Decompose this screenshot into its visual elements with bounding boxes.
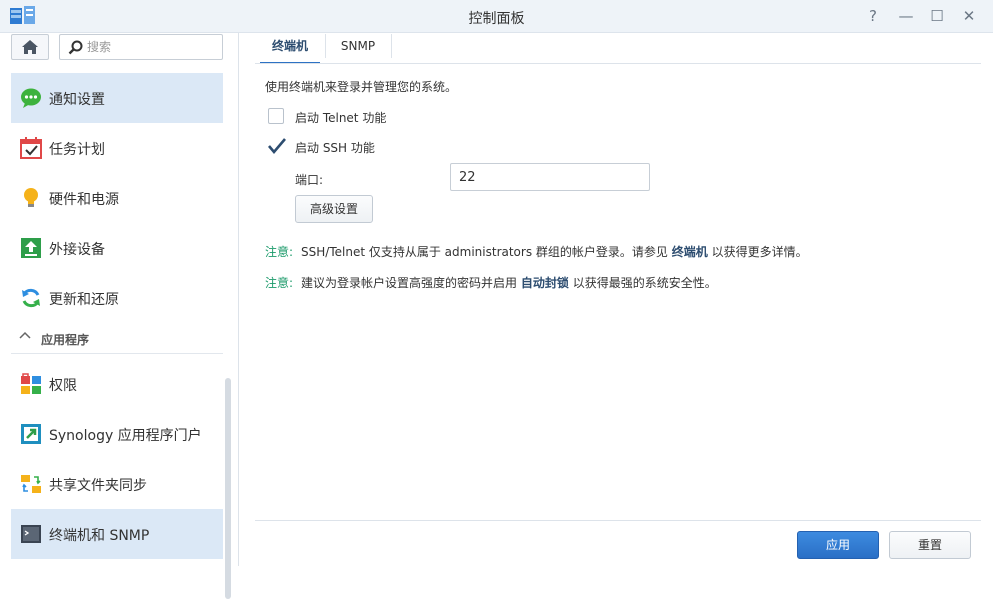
tab-divider (325, 34, 326, 58)
window-title: 控制面板 (468, 11, 525, 27)
sidebar-item-app-portal[interactable]: Synology 应用程序门户 (11, 409, 223, 459)
sidebar-item-external-devices[interactable]: 外接设备 (11, 223, 223, 273)
note-text-after: 以获得更多详情。 (711, 245, 808, 259)
close-button[interactable]: ✕ (959, 6, 979, 26)
sidebar-item-shared-folder-sync[interactable]: 共享文件夹同步 (11, 459, 223, 509)
title-bar: 控制面板 ? — ☐ ✕ (0, 0, 993, 33)
search-box[interactable] (59, 34, 223, 60)
sidebar-item-terminal-snmp[interactable]: 终端机和 SNMP (11, 509, 223, 559)
home-icon (22, 40, 38, 54)
section-label: 应用程序 (41, 333, 90, 347)
reset-button[interactable]: 重置 (889, 531, 971, 559)
sidebar-item-label: 权限 (49, 378, 77, 394)
sidebar-item-label: Synology 应用程序门户 (49, 428, 202, 444)
ssh-label: 启动 SSH 功能 (295, 141, 375, 155)
telnet-checkbox[interactable] (268, 108, 284, 124)
search-icon (68, 40, 83, 55)
sidebar-item-label: 任务计划 (49, 142, 105, 158)
update-restore-icon (22, 288, 40, 308)
help-button[interactable]: ? (863, 6, 883, 26)
note-text: SSH/Telnet 仅支持从属于 administrators 群组的帐户登录… (301, 245, 668, 259)
sidebar: 通知设置 任务计划 硬件和电源 外接设备 更 (0, 33, 236, 599)
app-portal-icon (21, 424, 41, 444)
sidebar-item-label: 共享文件夹同步 (49, 478, 147, 494)
checkmark-icon (268, 138, 286, 155)
auto-block-link[interactable]: 自动封锁 (521, 276, 569, 290)
sidebar-item-label: 更新和还原 (49, 292, 119, 308)
sidebar-item-update-restore[interactable]: 更新和还原 (11, 273, 223, 323)
note-ssh-telnet: 注意: SSH/Telnet 仅支持从属于 administrators 群组的帐… (265, 243, 808, 260)
tab-divider (391, 34, 392, 58)
panel-divider (238, 33, 239, 566)
tab-underline (255, 63, 981, 64)
tab-terminal[interactable]: 终端机 (260, 36, 320, 64)
description-text: 使用终端机来登录并管理您的系统。 (265, 80, 458, 94)
note-tag: 注意: (265, 245, 294, 259)
port-label: 端口: (295, 173, 324, 187)
advanced-settings-button[interactable]: 高级设置 (295, 195, 373, 223)
search-input[interactable] (87, 38, 217, 56)
apply-button[interactable]: 应用 (797, 531, 879, 559)
terminal-snmp-icon (21, 525, 41, 543)
telnet-label: 启动 Telnet 功能 (295, 111, 387, 125)
section-header-applications[interactable]: 应用程序 (11, 324, 223, 354)
note-text-after: 以获得最强的系统安全性。 (572, 276, 717, 290)
notification-icon (21, 88, 41, 108)
sidebar-item-notification[interactable]: 通知设置 (11, 73, 223, 123)
ssh-checkbox[interactable] (268, 138, 286, 155)
sidebar-item-label: 外接设备 (49, 242, 105, 258)
sidebar-item-privileges[interactable]: 权限 (11, 359, 223, 409)
hardware-power-icon (24, 188, 38, 207)
task-scheduler-icon (20, 137, 42, 159)
maximize-button[interactable]: ☐ (927, 6, 947, 26)
footer-divider (255, 520, 981, 521)
external-devices-icon (21, 238, 41, 258)
note-tag: 注意: (265, 276, 294, 290)
sidebar-item-task-scheduler[interactable]: 任务计划 (11, 123, 223, 173)
note-text: 建议为登录帐户设置高强度的密码并启用 (301, 276, 518, 290)
port-input[interactable] (450, 163, 650, 191)
terminal-help-link[interactable]: 终端机 (672, 245, 708, 259)
minimize-button[interactable]: — (896, 6, 916, 26)
sidebar-item-hardware-power[interactable]: 硬件和电源 (11, 173, 223, 223)
privileges-icon (21, 373, 41, 394)
tab-snmp[interactable]: SNMP (330, 36, 386, 62)
home-button[interactable] (11, 34, 49, 60)
sidebar-item-label: 终端机和 SNMP (49, 528, 150, 544)
note-password: 注意: 建议为登录帐户设置高强度的密码并启用 自动封锁 以获得最强的系统安全性。 (265, 274, 717, 291)
chevron-up-icon (19, 331, 31, 339)
shared-folder-sync-icon (21, 475, 41, 493)
sidebar-item-label: 通知设置 (49, 92, 105, 108)
sidebar-item-label: 硬件和电源 (49, 192, 119, 208)
